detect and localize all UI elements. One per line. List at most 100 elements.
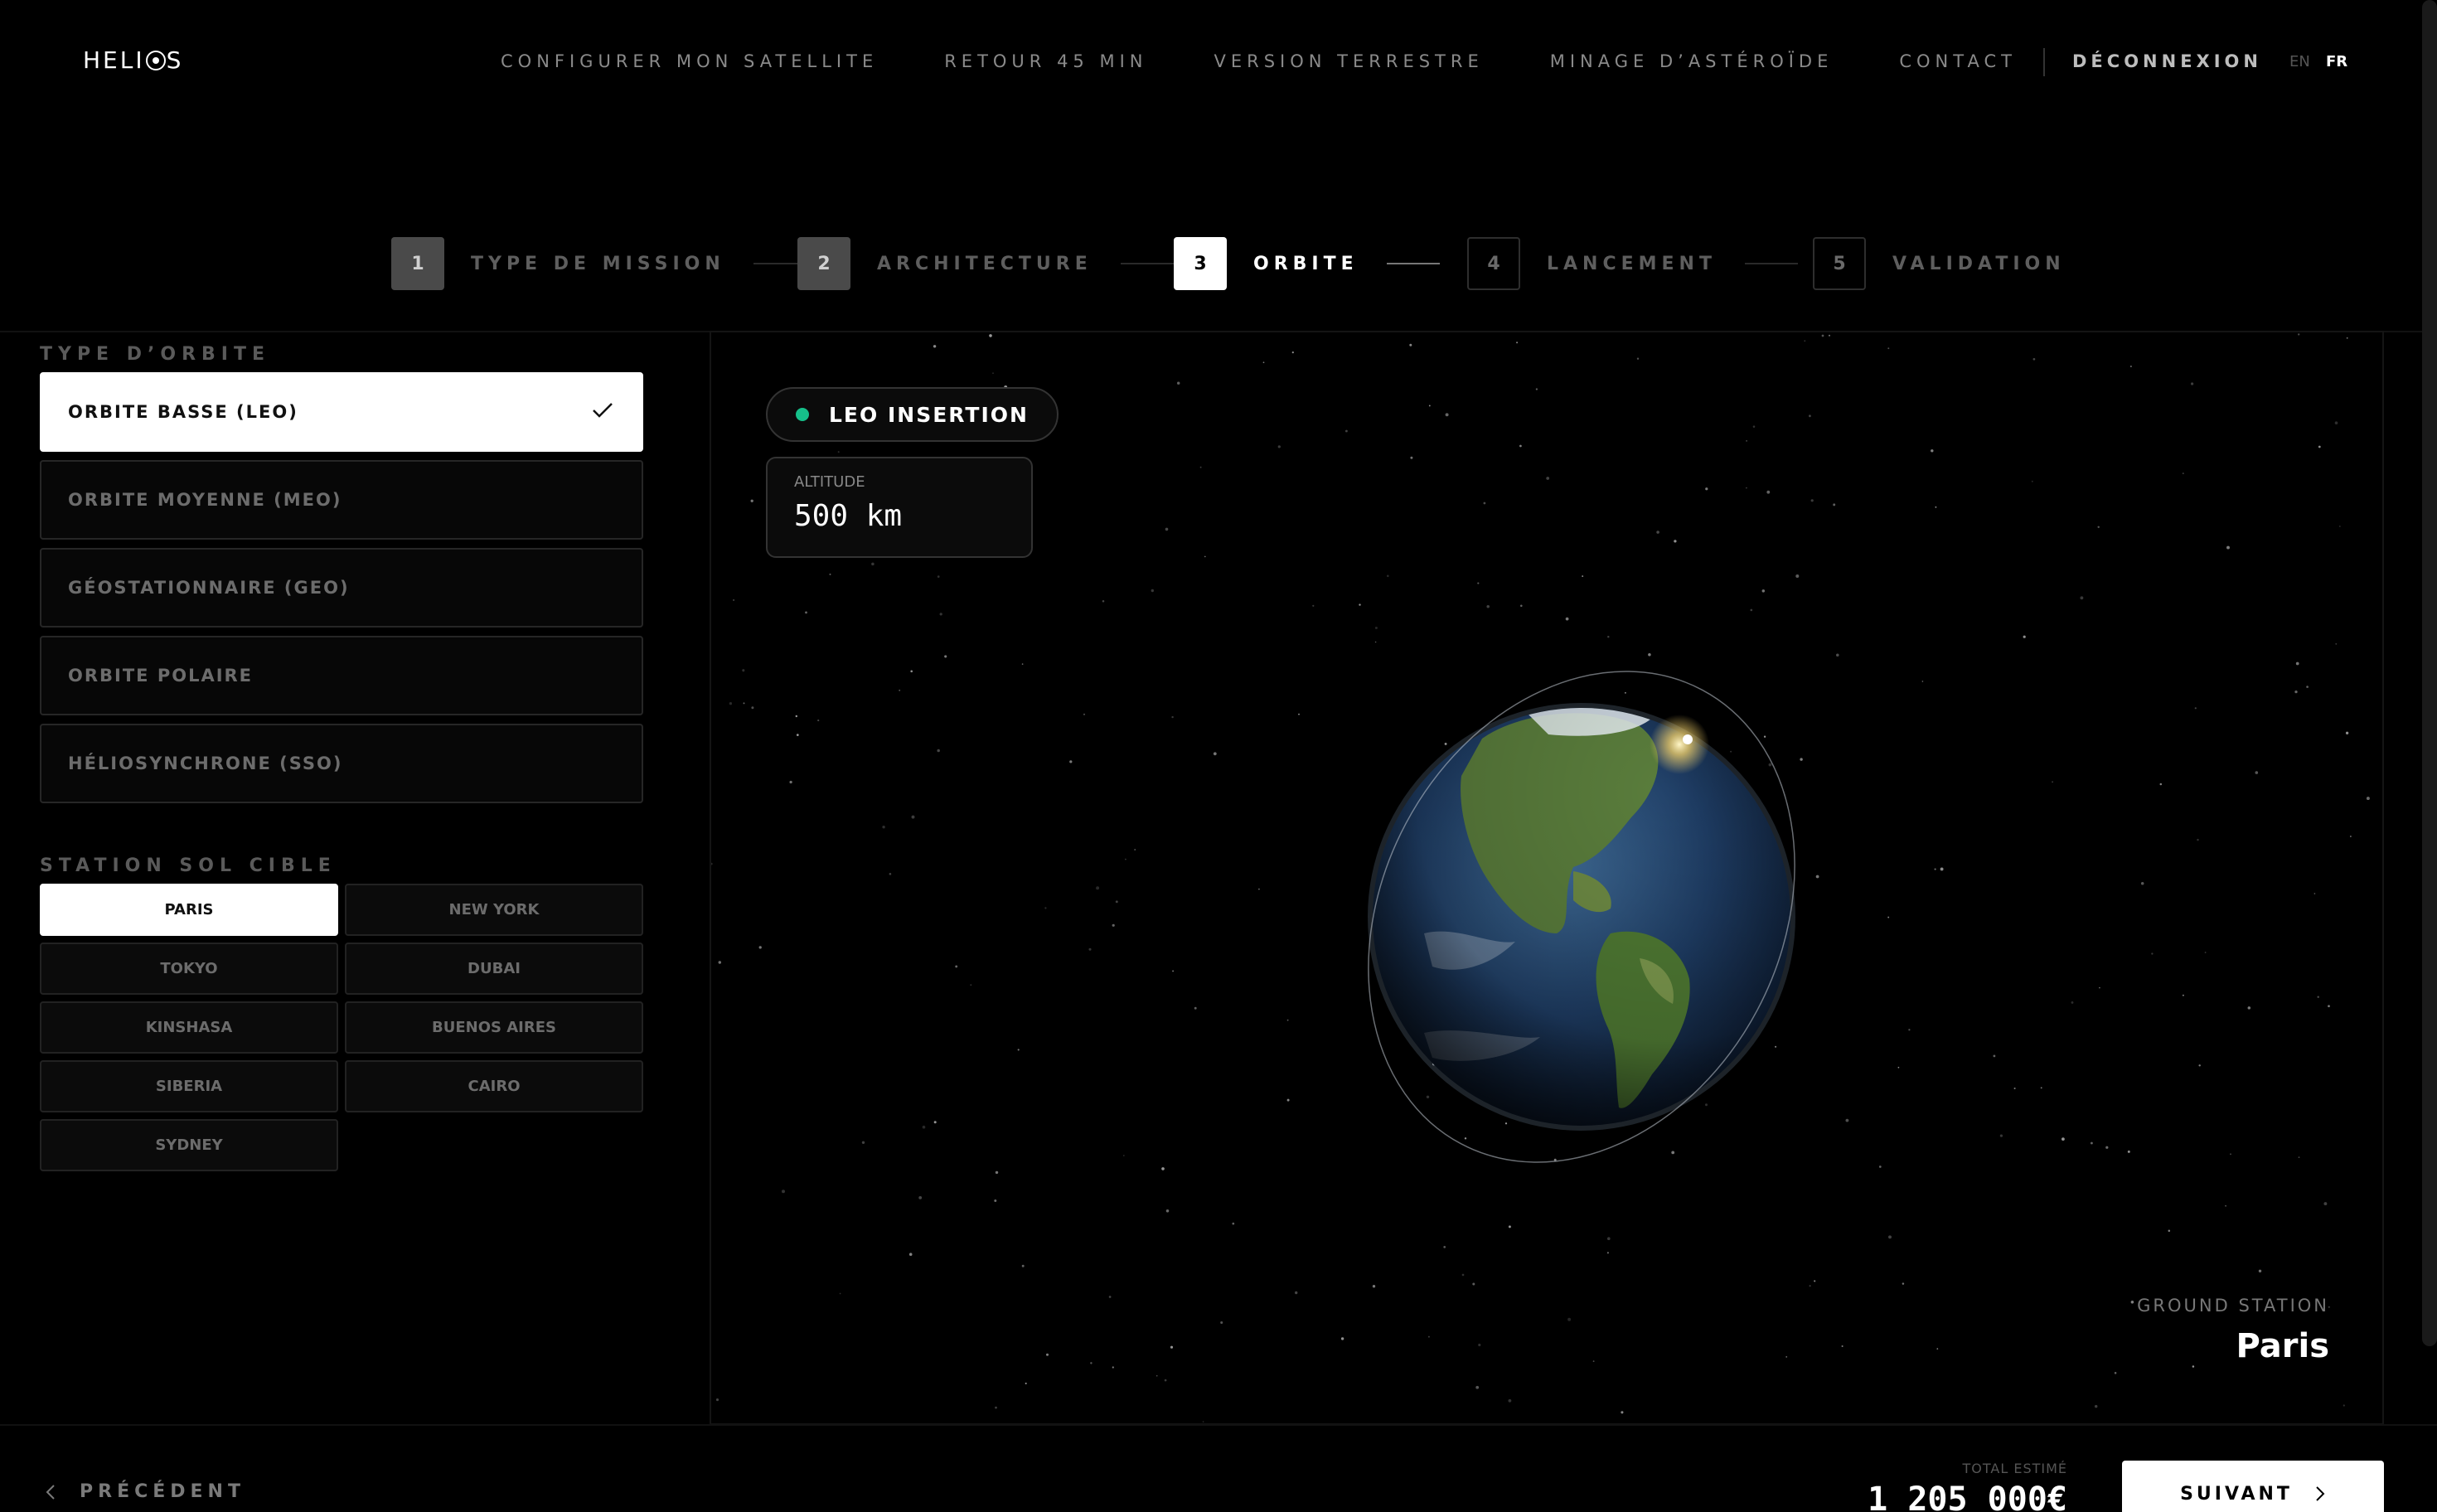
star [2334,421,2338,424]
step-number: 3 [1174,237,1227,290]
star [733,598,735,601]
station-sydney[interactable]: SYDNEY [40,1119,338,1171]
orbit-option-polar[interactable]: ORBITE POLAIRE [40,636,643,715]
logo-sun-icon [145,50,166,70]
nav-asteroid-mining[interactable]: MINAGE D’ASTÉROÏDE [1550,51,1834,71]
orbit-type-list: ORBITE BASSE (LEO) ORBITE MOYENNE (MEO) … [40,372,643,812]
lang-fr[interactable]: FR [2326,53,2347,70]
star [1828,334,1831,337]
orbit-option-meo[interactable]: ORBITE MOYENNE (MEO) [40,460,643,540]
star [796,734,799,736]
star [839,1292,841,1295]
star [1887,347,1890,350]
station-kinshasa[interactable]: KINSHASA [40,1001,338,1054]
star [2247,1006,2251,1010]
star [939,613,942,616]
star [1656,531,1659,534]
star [1648,653,1651,657]
star [2182,994,2184,996]
orbit-option-leo[interactable]: ORBITE BASSE (LEO) [40,372,643,452]
station-buenos-aires[interactable]: BUENOS AIRES [345,1001,643,1054]
station-paris[interactable]: PARIS [40,884,338,936]
nav-configure-satellite[interactable]: CONFIGURER MON SATELLITE [501,51,878,71]
star [2194,707,2197,710]
star [2338,525,2341,527]
star [1102,599,1105,603]
star [817,720,820,722]
star [1897,1066,1900,1069]
page-scrollbar[interactable] [2422,0,2437,1346]
star [2159,783,2163,786]
step-orbit[interactable]: 3 ORBITE [1174,237,1440,290]
star [1291,351,1294,354]
star [1374,626,1378,630]
star [994,1199,997,1202]
star [1565,617,1569,621]
star [1428,405,1431,407]
star [2090,1141,2093,1145]
star [1475,1385,1480,1389]
star [2140,881,2144,885]
star [2062,1137,2065,1141]
star [2343,1404,2345,1407]
star [1785,1355,1788,1358]
star [1472,1282,1475,1286]
status-dot-icon [796,408,809,421]
star [743,702,745,705]
station-tokyo[interactable]: TOKYO [40,943,338,995]
star [1999,1134,2003,1137]
star [1312,604,1315,607]
star [1934,868,1936,870]
helios-logo[interactable]: HEL I S [83,46,183,74]
ground-station-title: STATION SOL CIBLE [40,855,337,876]
station-new-york[interactable]: NEW YORK [345,884,643,936]
footer-divider [0,1424,2437,1426]
star [805,611,807,614]
orbit-option-geo[interactable]: GÉOSTATIONNAIRE (GEO) [40,548,643,628]
previous-button[interactable]: PRÉCÉDENT [45,1481,245,1502]
star [1090,1362,1093,1364]
main-nav: CONFIGURER MON SATELLITE RETOUR 45 MIN V… [501,51,2017,71]
lang-en[interactable]: EN [2289,53,2310,70]
mission-status-badge: LEO INSERTION [766,387,1059,442]
star [861,1141,865,1144]
station-dubai[interactable]: DUBAI [345,943,643,995]
star [1761,589,1766,593]
station-siberia[interactable]: SIBERIA [40,1060,338,1112]
next-button[interactable]: SUIVANT [2122,1461,2384,1512]
station-cairo[interactable]: CAIRO [345,1060,643,1112]
star [2031,480,2033,482]
star [1795,574,1800,578]
orbit-option-sso[interactable]: HÉLIOSYNCHRONE (SSO) [40,724,643,803]
nav-return-45-min[interactable]: RETOUR 45 MIN [944,51,1147,71]
star [1298,713,1300,715]
star [2313,893,2316,894]
step-label: TYPE DE MISSION [471,253,725,274]
star [1804,340,1806,342]
logout-link[interactable]: DÉCONNEXION [2072,51,2262,71]
star [1606,1237,1611,1241]
star [1940,867,1944,871]
star [1535,388,1538,390]
star [2323,1202,2328,1206]
star [1387,574,1389,578]
star [1165,527,1169,531]
star [882,825,885,829]
star [1752,425,1756,428]
nav-contact[interactable]: CONTACT [1899,51,2017,71]
star [2040,1087,2042,1089]
nav-terrestrial-version[interactable]: VERSION TERRESTRE [1214,51,1484,71]
star [1344,429,1348,433]
star [1088,947,1092,951]
step-launch[interactable]: 4 LANCEMENT [1467,237,1798,290]
star [899,689,901,691]
star [2258,1269,2262,1273]
star [2052,781,2053,783]
step-architecture[interactable]: 2 ARCHITECTURE [797,237,1174,290]
step-validation[interactable]: 5 VALIDATION [1813,237,2066,290]
orbit-3d-viewport[interactable]: LEO INSERTION ALTITUDE 500 km GROUND STA… [710,331,2384,1425]
star [2192,1365,2195,1368]
step-mission-type[interactable]: 1 TYPE DE MISSION [391,237,807,290]
step-label: VALIDATION [1892,253,2066,274]
earth-globe [1368,671,1795,1163]
